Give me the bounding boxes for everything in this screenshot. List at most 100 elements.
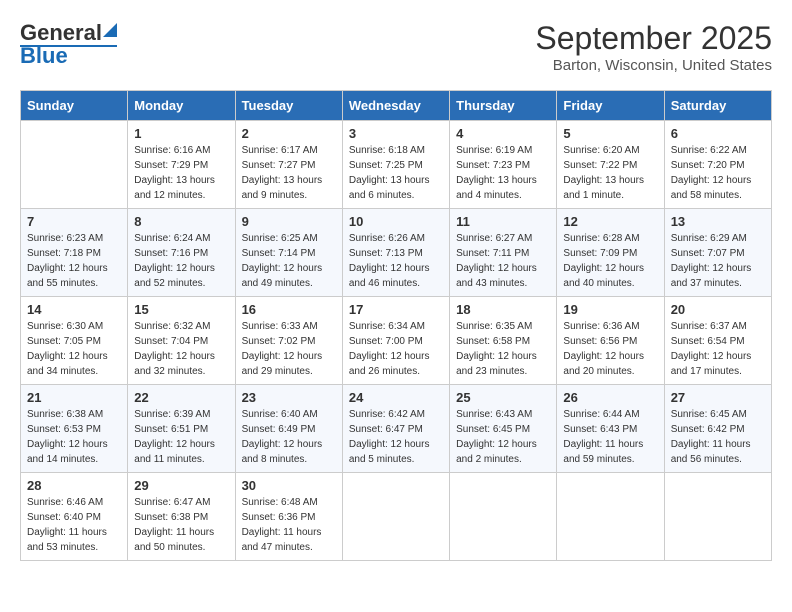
calendar-subtitle: Barton, Wisconsin, United States <box>535 57 772 74</box>
day-header-sunday: Sunday <box>21 91 128 121</box>
cell-date-number: 3 <box>349 126 443 141</box>
cell-date-number: 20 <box>671 302 765 317</box>
cell-info: Sunrise: 6:17 AM Sunset: 7:27 PM Dayligh… <box>242 143 336 203</box>
calendar-cell: 16Sunrise: 6:33 AM Sunset: 7:02 PM Dayli… <box>235 297 342 385</box>
cell-date-number: 7 <box>27 214 121 229</box>
calendar-cell: 21 Sunrise: 6:38 AM Sunset: 6:53 PM Dayli… <box>21 385 128 473</box>
cell-info: Sunrise: 6:38 AM Sunset: 6:53 PM Dayligh… <box>27 407 121 467</box>
cell-info: Sunrise: 6:27 AM Sunset: 7:11 PM Dayligh… <box>456 231 550 291</box>
day-header-monday: Monday <box>128 91 235 121</box>
cell-date-number: 14 <box>27 302 121 317</box>
cell-info: Sunrise: 6:29 AM Sunset: 7:07 PM Dayligh… <box>671 231 765 291</box>
cell-date-number: 1 <box>134 126 228 141</box>
cell-date-number: 24 <box>349 390 443 405</box>
calendar-week-row: 14Sunrise: 6:30 AM Sunset: 7:05 PM Dayli… <box>21 297 772 385</box>
cell-info: Sunrise: 6:36 AM Sunset: 6:56 PM Dayligh… <box>563 319 657 379</box>
cell-date-number: 5 <box>563 126 657 141</box>
calendar-title: September 2025 <box>535 20 772 57</box>
calendar-week-row: 1 Sunrise: 6:16 AM Sunset: 7:29 PM Daylig… <box>21 121 772 209</box>
calendar-cell: 22 Sunrise: 6:39 AM Sunset: 6:51 PM Dayli… <box>128 385 235 473</box>
cell-date-number: 17 <box>349 302 443 317</box>
cell-info: Sunrise: 6:26 AM Sunset: 7:13 PM Dayligh… <box>349 231 443 291</box>
calendar-week-row: 7 Sunrise: 6:23 AM Sunset: 7:18 PM Daylig… <box>21 209 772 297</box>
cell-info: Sunrise: 6:33 AM Sunset: 7:02 PM Dayligh… <box>242 319 336 379</box>
calendar-cell <box>664 473 771 561</box>
cell-info: Sunrise: 6:20 AM Sunset: 7:22 PM Dayligh… <box>563 143 657 203</box>
day-header-wednesday: Wednesday <box>342 91 449 121</box>
calendar-cell: 23 Sunrise: 6:40 AM Sunset: 6:49 PM Dayli… <box>235 385 342 473</box>
calendar-cell: 18Sunrise: 6:35 AM Sunset: 6:58 PM Dayli… <box>450 297 557 385</box>
cell-info: Sunrise: 6:40 AM Sunset: 6:49 PM Dayligh… <box>242 407 336 467</box>
logo-blue-text: Blue <box>20 43 68 69</box>
cell-info: Sunrise: 6:34 AM Sunset: 7:00 PM Dayligh… <box>349 319 443 379</box>
cell-info: Sunrise: 6:37 AM Sunset: 6:54 PM Dayligh… <box>671 319 765 379</box>
calendar-cell: 24Sunrise: 6:42 AM Sunset: 6:47 PM Dayli… <box>342 385 449 473</box>
cell-date-number: 9 <box>242 214 336 229</box>
cell-info: Sunrise: 6:24 AM Sunset: 7:16 PM Dayligh… <box>134 231 228 291</box>
calendar-cell: 12Sunrise: 6:28 AM Sunset: 7:09 PM Dayli… <box>557 209 664 297</box>
cell-date-number: 15 <box>134 302 228 317</box>
page-header: General Blue September 2025 Barton, Wisc… <box>20 20 772 74</box>
cell-date-number: 10 <box>349 214 443 229</box>
cell-date-number: 18 <box>456 302 550 317</box>
cell-date-number: 19 <box>563 302 657 317</box>
cell-info: Sunrise: 6:44 AM Sunset: 6:43 PM Dayligh… <box>563 407 657 467</box>
calendar-week-row: 28Sunrise: 6:46 AM Sunset: 6:40 PM Dayli… <box>21 473 772 561</box>
calendar-cell: 7 Sunrise: 6:23 AM Sunset: 7:18 PM Daylig… <box>21 209 128 297</box>
cell-date-number: 2 <box>242 126 336 141</box>
calendar-cell: 19 Sunrise: 6:36 AM Sunset: 6:56 PM Dayli… <box>557 297 664 385</box>
cell-date-number: 25 <box>456 390 550 405</box>
cell-info: Sunrise: 6:16 AM Sunset: 7:29 PM Dayligh… <box>134 143 228 203</box>
cell-date-number: 30 <box>242 478 336 493</box>
calendar-cell: 26 Sunrise: 6:44 AM Sunset: 6:43 PM Dayli… <box>557 385 664 473</box>
calendar-header-row: SundayMondayTuesdayWednesdayThursdayFrid… <box>21 91 772 121</box>
title-block: September 2025 Barton, Wisconsin, United… <box>535 20 772 74</box>
calendar-cell: 8 Sunrise: 6:24 AM Sunset: 7:16 PM Daylig… <box>128 209 235 297</box>
day-header-thursday: Thursday <box>450 91 557 121</box>
cell-date-number: 11 <box>456 214 550 229</box>
cell-info: Sunrise: 6:43 AM Sunset: 6:45 PM Dayligh… <box>456 407 550 467</box>
cell-date-number: 28 <box>27 478 121 493</box>
calendar-cell <box>342 473 449 561</box>
calendar-cell: 27 Sunrise: 6:45 AM Sunset: 6:42 PM Dayli… <box>664 385 771 473</box>
cell-date-number: 21 <box>27 390 121 405</box>
cell-date-number: 26 <box>563 390 657 405</box>
logo: General Blue <box>20 20 117 69</box>
calendar-cell: 20 Sunrise: 6:37 AM Sunset: 6:54 PM Dayli… <box>664 297 771 385</box>
calendar-cell: 30Sunrise: 6:48 AM Sunset: 6:36 PM Dayli… <box>235 473 342 561</box>
calendar-cell: 4 Sunrise: 6:19 AM Sunset: 7:23 PM Daylig… <box>450 121 557 209</box>
cell-info: Sunrise: 6:25 AM Sunset: 7:14 PM Dayligh… <box>242 231 336 291</box>
cell-date-number: 22 <box>134 390 228 405</box>
cell-info: Sunrise: 6:28 AM Sunset: 7:09 PM Dayligh… <box>563 231 657 291</box>
calendar-cell: 14Sunrise: 6:30 AM Sunset: 7:05 PM Dayli… <box>21 297 128 385</box>
calendar-table: SundayMondayTuesdayWednesdayThursdayFrid… <box>20 90 772 561</box>
cell-info: Sunrise: 6:19 AM Sunset: 7:23 PM Dayligh… <box>456 143 550 203</box>
calendar-week-row: 21 Sunrise: 6:38 AM Sunset: 6:53 PM Dayli… <box>21 385 772 473</box>
cell-info: Sunrise: 6:45 AM Sunset: 6:42 PM Dayligh… <box>671 407 765 467</box>
cell-info: Sunrise: 6:22 AM Sunset: 7:20 PM Dayligh… <box>671 143 765 203</box>
cell-info: Sunrise: 6:39 AM Sunset: 6:51 PM Dayligh… <box>134 407 228 467</box>
calendar-cell <box>557 473 664 561</box>
calendar-cell: 2 Sunrise: 6:17 AM Sunset: 7:27 PM Daylig… <box>235 121 342 209</box>
calendar-cell: 6 Sunrise: 6:22 AM Sunset: 7:20 PM Daylig… <box>664 121 771 209</box>
cell-info: Sunrise: 6:23 AM Sunset: 7:18 PM Dayligh… <box>27 231 121 291</box>
calendar-cell: 5 Sunrise: 6:20 AM Sunset: 7:22 PM Daylig… <box>557 121 664 209</box>
cell-date-number: 13 <box>671 214 765 229</box>
calendar-cell: 9 Sunrise: 6:25 AM Sunset: 7:14 PM Daylig… <box>235 209 342 297</box>
calendar-cell: 25 Sunrise: 6:43 AM Sunset: 6:45 PM Dayli… <box>450 385 557 473</box>
cell-date-number: 8 <box>134 214 228 229</box>
cell-date-number: 23 <box>242 390 336 405</box>
calendar-cell: 1 Sunrise: 6:16 AM Sunset: 7:29 PM Daylig… <box>128 121 235 209</box>
cell-date-number: 4 <box>456 126 550 141</box>
cell-info: Sunrise: 6:32 AM Sunset: 7:04 PM Dayligh… <box>134 319 228 379</box>
day-header-tuesday: Tuesday <box>235 91 342 121</box>
cell-date-number: 27 <box>671 390 765 405</box>
calendar-cell: 13 Sunrise: 6:29 AM Sunset: 7:07 PM Dayli… <box>664 209 771 297</box>
day-header-saturday: Saturday <box>664 91 771 121</box>
calendar-cell: 3Sunrise: 6:18 AM Sunset: 7:25 PM Daylig… <box>342 121 449 209</box>
cell-date-number: 6 <box>671 126 765 141</box>
calendar-cell <box>450 473 557 561</box>
calendar-cell: 17 Sunrise: 6:34 AM Sunset: 7:00 PM Dayli… <box>342 297 449 385</box>
cell-info: Sunrise: 6:47 AM Sunset: 6:38 PM Dayligh… <box>134 495 228 555</box>
calendar-cell: 10 Sunrise: 6:26 AM Sunset: 7:13 PM Dayli… <box>342 209 449 297</box>
